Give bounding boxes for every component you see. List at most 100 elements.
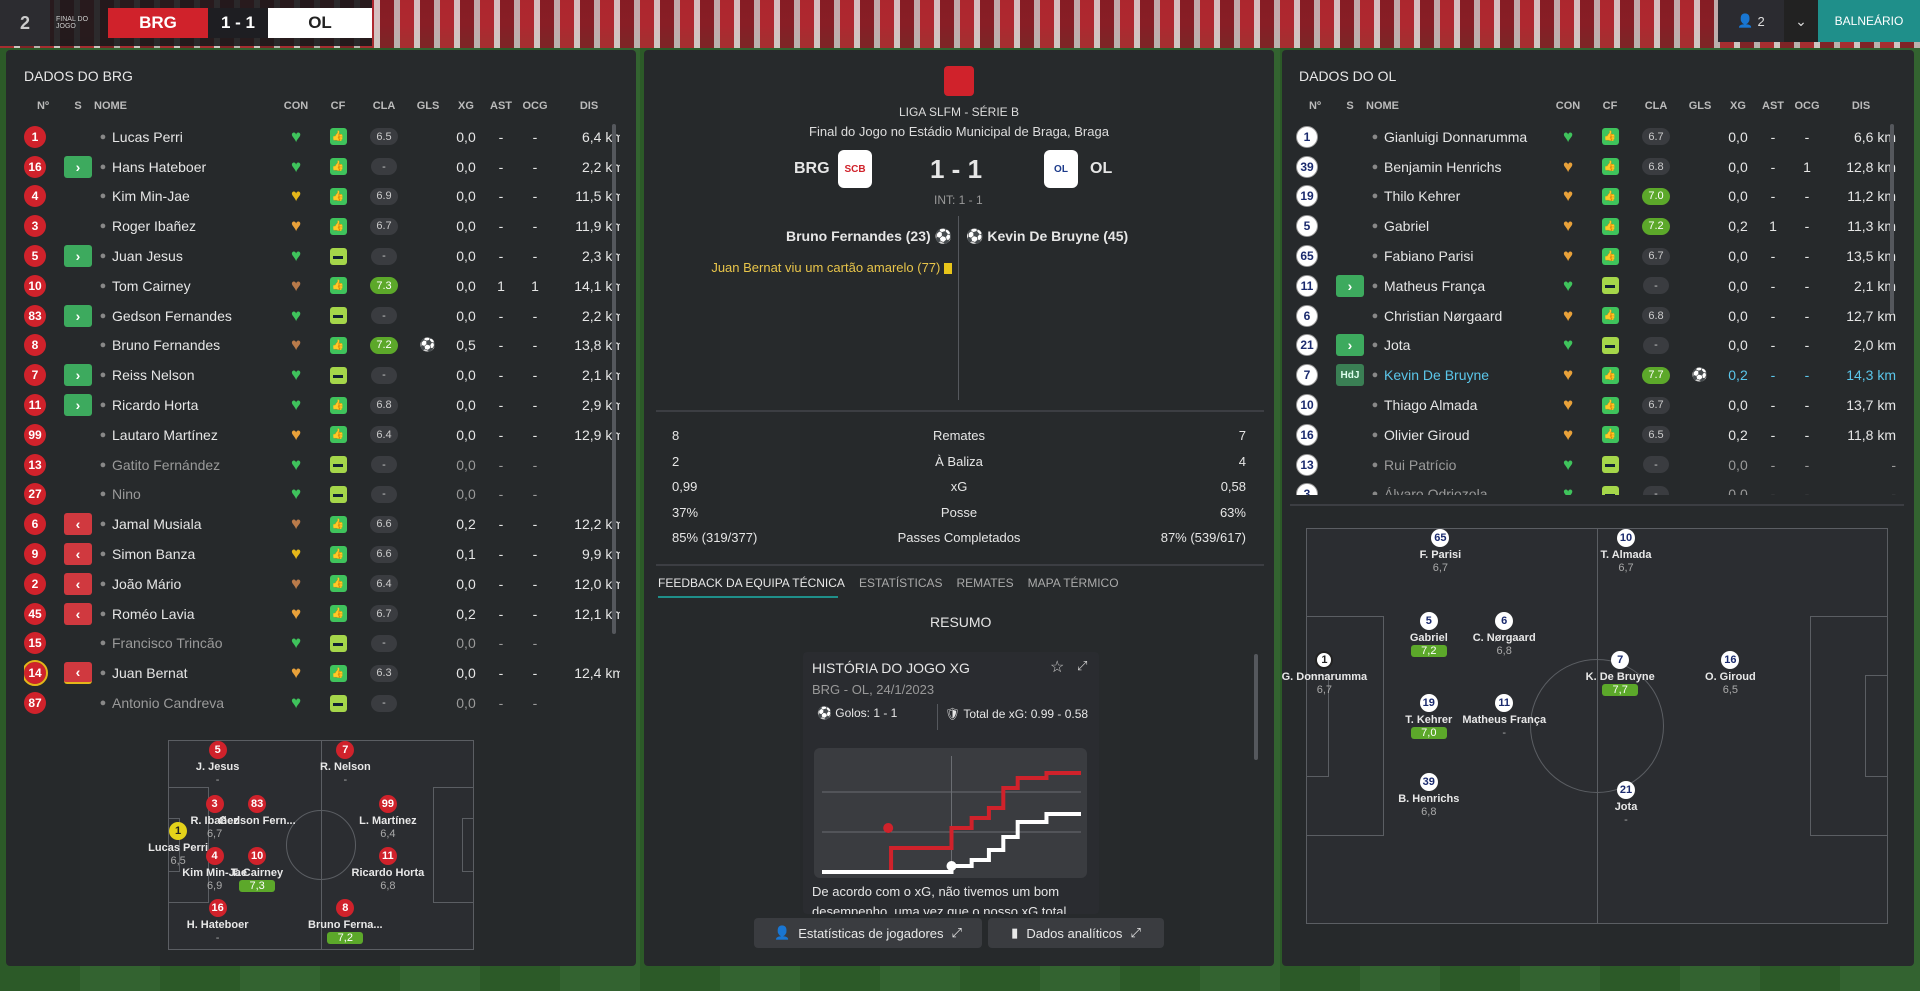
away-table-scrollbar[interactable] — [1890, 124, 1894, 314]
tab-remates[interactable]: REMATES — [957, 576, 1014, 590]
player-name[interactable]: Gedson Fernandes — [112, 308, 232, 324]
player-name[interactable]: Ricardo Horta — [112, 397, 198, 413]
table-row[interactable]: 4 ● Kim Min-Jae ♥ 👍 6.9 0,0- -11,5 km — [24, 182, 620, 212]
player-name[interactable]: Thiago Almada — [1384, 397, 1477, 413]
player-name[interactable]: Reiss Nelson — [112, 367, 194, 383]
table-row[interactable]: 15 ● Francisco Trincão ♥ ▬ - 0,0 - - - — [24, 629, 620, 659]
tab-feedback-da-equipa-t-cnica[interactable]: FEEDBACK DA EQUIPA TÉCNICA — [658, 576, 845, 590]
table-row[interactable]: 3 ● Álvaro Odriozola ♥ ▬ - 0,0 - - - — [1296, 480, 1896, 495]
formation-player[interactable]: 7 R. Nelson - — [290, 741, 400, 786]
player-name[interactable]: Álvaro Odriozola — [1384, 486, 1488, 495]
player-name[interactable]: Fabiano Parisi — [1384, 248, 1474, 264]
player-name[interactable]: Lucas Perri — [112, 129, 183, 145]
player-name[interactable]: Antonio Candreva — [112, 695, 224, 711]
player-name[interactable]: Gianluigi Donnarumma — [1384, 129, 1527, 145]
player-name[interactable]: Rui Patrício — [1384, 457, 1456, 473]
player-name[interactable]: Kevin De Bruyne — [1384, 367, 1489, 383]
chevron-down-icon[interactable]: ⌄ — [1784, 0, 1818, 42]
formation-player[interactable]: 10 T. Cairney 7,3 — [202, 847, 312, 893]
formation-player[interactable]: 5 J. Jesus - — [163, 741, 273, 786]
player-name[interactable]: Thilo Kehrer — [1384, 188, 1460, 204]
table-row[interactable]: 5 ● Gabriel ♥ 👍 7.2 0,2 1 - 11,3 km — [1296, 211, 1896, 241]
tab-mapa-t-rmico[interactable]: MAPA TÉRMICO — [1028, 576, 1119, 590]
formation-player[interactable]: 1 G. Donnarumma 6,7 — [1269, 651, 1379, 696]
player-name[interactable]: Bruno Fernandes — [112, 337, 220, 353]
formation-player[interactable]: 83 Gedson Fern... — [202, 795, 312, 828]
table-row[interactable]: 21 › ● Jota ♥ ▬ - 0,0 - - 2,0 km — [1296, 331, 1896, 361]
table-row[interactable]: 6 ● Christian Nørgaard ♥ 👍 6.8 0,0 - - 12,7 km — [1296, 301, 1896, 331]
table-row[interactable]: 1 ● Gianluigi Donnarumma ♥ 👍 6.7 0,0- -6,6 km — [1296, 122, 1896, 152]
player-name[interactable]: Gabriel — [1384, 218, 1429, 234]
table-row[interactable]: 8 ● Bruno Fernandes ♥ 👍 7.2 ⚽ 0,5- -13,8 km — [24, 331, 620, 361]
player-name[interactable]: Kim Min-Jae — [112, 188, 190, 204]
expand-icon[interactable]: ⤢ — [1077, 658, 1087, 674]
table-row[interactable]: 87 ● Antonio Candreva ♥ ▬ - 0,0 - - - — [24, 688, 620, 718]
player-name[interactable]: Simon Banza — [112, 546, 195, 562]
table-row[interactable]: 65 ● Fabiano Parisi ♥ 👍 6.7 0,0 - - 13,5 km — [1296, 241, 1896, 271]
player-name[interactable]: João Mário — [112, 576, 181, 592]
player-stats-button[interactable]: 👤 Estatísticas de jogadores ⤢ — [754, 918, 982, 948]
table-row[interactable]: 11 › ● Ricardo Horta ♥ 👍 6.8 0,0- -2,9 km — [24, 390, 620, 420]
summary-scrollbar[interactable] — [1254, 654, 1258, 760]
player-name[interactable]: Hans Hateboer — [112, 159, 206, 175]
player-name[interactable]: Tom Cairney — [112, 278, 191, 294]
table-row[interactable]: 14 ‹ ● Juan Bernat ♥ 👍 6.3 0,0 - - 12,4 km — [24, 658, 620, 688]
formation-player[interactable]: 21 Jota - — [1571, 781, 1681, 826]
table-row[interactable]: 39 ● Benjamin Henrichs ♥ 👍 6.8 0,0 - 1 12,8 km — [1296, 152, 1896, 182]
cell: ♥ — [274, 544, 318, 564]
player-name[interactable]: Roger Ibañez — [112, 218, 196, 234]
table-row[interactable]: 7 HdJ ● Kevin De Bruyne ♥ 👍 7.7 ⚽ 0,2 - - 14,3 km — [1296, 360, 1896, 390]
table-row[interactable]: 6 ‹ ● Jamal Musiala ♥ 👍 6.6 0,2- -12,2 km — [24, 509, 620, 539]
player-name[interactable]: Lautaro Martínez — [112, 427, 218, 443]
formation-player[interactable]: 16 O. Giroud 6,5 — [1675, 651, 1785, 696]
table-row[interactable]: 1 ● Lucas Perri ♥ 👍 6.5 0,0- -6,4 km — [24, 122, 620, 152]
table-row[interactable]: 3 ● Roger Ibañez ♥ 👍 6.7 0,0- -11,9 km — [24, 211, 620, 241]
table-row[interactable]: 27 ● Nino ♥ ▬ - 0,0 - - - — [24, 480, 620, 510]
cell: 1 — [1296, 125, 1334, 148]
formation-player[interactable]: 39 B. Henrichs 6,8 — [1374, 773, 1484, 818]
player-name[interactable]: Gatito Fernández — [112, 457, 220, 473]
star-icon[interactable]: ☆ — [1050, 657, 1064, 677]
formation-player[interactable]: 11 Matheus França - — [1449, 694, 1559, 739]
formation-player[interactable]: 11 Ricardo Horta 6,8 — [333, 847, 443, 892]
table-row[interactable]: 13 ● Rui Patrício ♥ ▬ - 0,0 - - - — [1296, 450, 1896, 480]
table-row[interactable]: 10 ● Tom Cairney ♥ 👍 7.3 0,0 1 1 14,1 km — [24, 271, 620, 301]
table-row[interactable]: 45 ‹ ● Roméo Lavia ♥ 👍 6.7 0,2- -12,1 km — [24, 599, 620, 629]
table-row[interactable]: 5 › ● Juan Jesus ♥ ▬ -0,0- -2,3 km — [24, 241, 620, 271]
table-row[interactable]: 83 › ● Gedson Fernandes ♥ ▬ -0,0- -2,2 km — [24, 301, 620, 331]
player-name[interactable]: Jamal Musiala — [112, 516, 201, 532]
formation-player[interactable]: 6 C. Nørgaard 6,8 — [1449, 611, 1559, 657]
table-row[interactable]: 99 ● Lautaro Martínez ♥ 👍 6.4 0,0- -12,9 km — [24, 420, 620, 450]
table-row[interactable]: 19 ● Thilo Kehrer ♥ 👍 7.0 0,0 - - 11,2 km — [1296, 182, 1896, 212]
player-name[interactable]: Juan Bernat — [112, 665, 188, 681]
formation-player[interactable]: 10 T. Almada 6,7 — [1571, 529, 1681, 574]
formation-player[interactable]: 16 H. Hateboer - — [163, 899, 273, 944]
users-button[interactable]: 👤 2 — [1718, 0, 1784, 42]
player-name[interactable]: Matheus França — [1384, 278, 1485, 294]
table-row[interactable]: 13 ● Gatito Fernández ♥ ▬ - 0,0 - - - — [24, 450, 620, 480]
formation-player[interactable]: 99 L. Martínez 6,4 — [333, 795, 443, 840]
player-name[interactable]: Christian Nørgaard — [1384, 308, 1502, 324]
table-row[interactable]: 11 › ● Matheus França ♥ ▬ -0,0- -2,1 km — [1296, 271, 1896, 301]
player-name[interactable]: Benjamin Henrichs — [1384, 159, 1502, 175]
formation-player[interactable]: 65 F. Parisi 6,7 — [1385, 529, 1495, 574]
home-table-scrollbar[interactable] — [612, 124, 616, 634]
formation-player[interactable]: 7 K. De Bruyne 7,7 — [1565, 651, 1675, 697]
table-row[interactable]: 2 ‹ ● João Mário ♥ 👍 6.4 0,0- -12,0 km — [24, 569, 620, 599]
formation-player[interactable]: 8 Bruno Ferna... 7,2 — [290, 899, 400, 945]
dressing-room-button[interactable]: BALNEÁRIO — [1818, 0, 1920, 42]
player-name[interactable]: Olivier Giroud — [1384, 427, 1470, 443]
table-row[interactable]: 16 ● Olivier Giroud ♥ 👍 6.5 0,2 - - 11,8 km — [1296, 420, 1896, 450]
table-row[interactable]: 16 › ● Hans Hateboer ♥ 👍 -0,0- -2,2 km — [24, 152, 620, 182]
table-row[interactable]: 7 › ● Reiss Nelson ♥ ▬ -0,0- -2,1 km — [24, 360, 620, 390]
table-row[interactable]: 9 ‹ ● Simon Banza ♥ 👍 6.6 0,1- -9,9 km — [24, 539, 620, 569]
tab-estat-sticas[interactable]: ESTATÍSTICAS — [859, 576, 943, 590]
player-name[interactable]: Juan Jesus — [112, 248, 183, 264]
table-row[interactable]: 10 ● Thiago Almada ♥ 👍 6.7 0,0 - - 13,7 km — [1296, 390, 1896, 420]
player-name[interactable]: Roméo Lavia — [112, 606, 195, 622]
player-avatar-icon: ● — [99, 399, 107, 412]
analytics-button[interactable]: ▮ Dados analíticos ⤢ — [988, 918, 1164, 948]
player-name[interactable]: Jota — [1384, 337, 1410, 353]
player-name[interactable]: Nino — [112, 486, 141, 502]
player-name[interactable]: Francisco Trincão — [112, 635, 222, 651]
